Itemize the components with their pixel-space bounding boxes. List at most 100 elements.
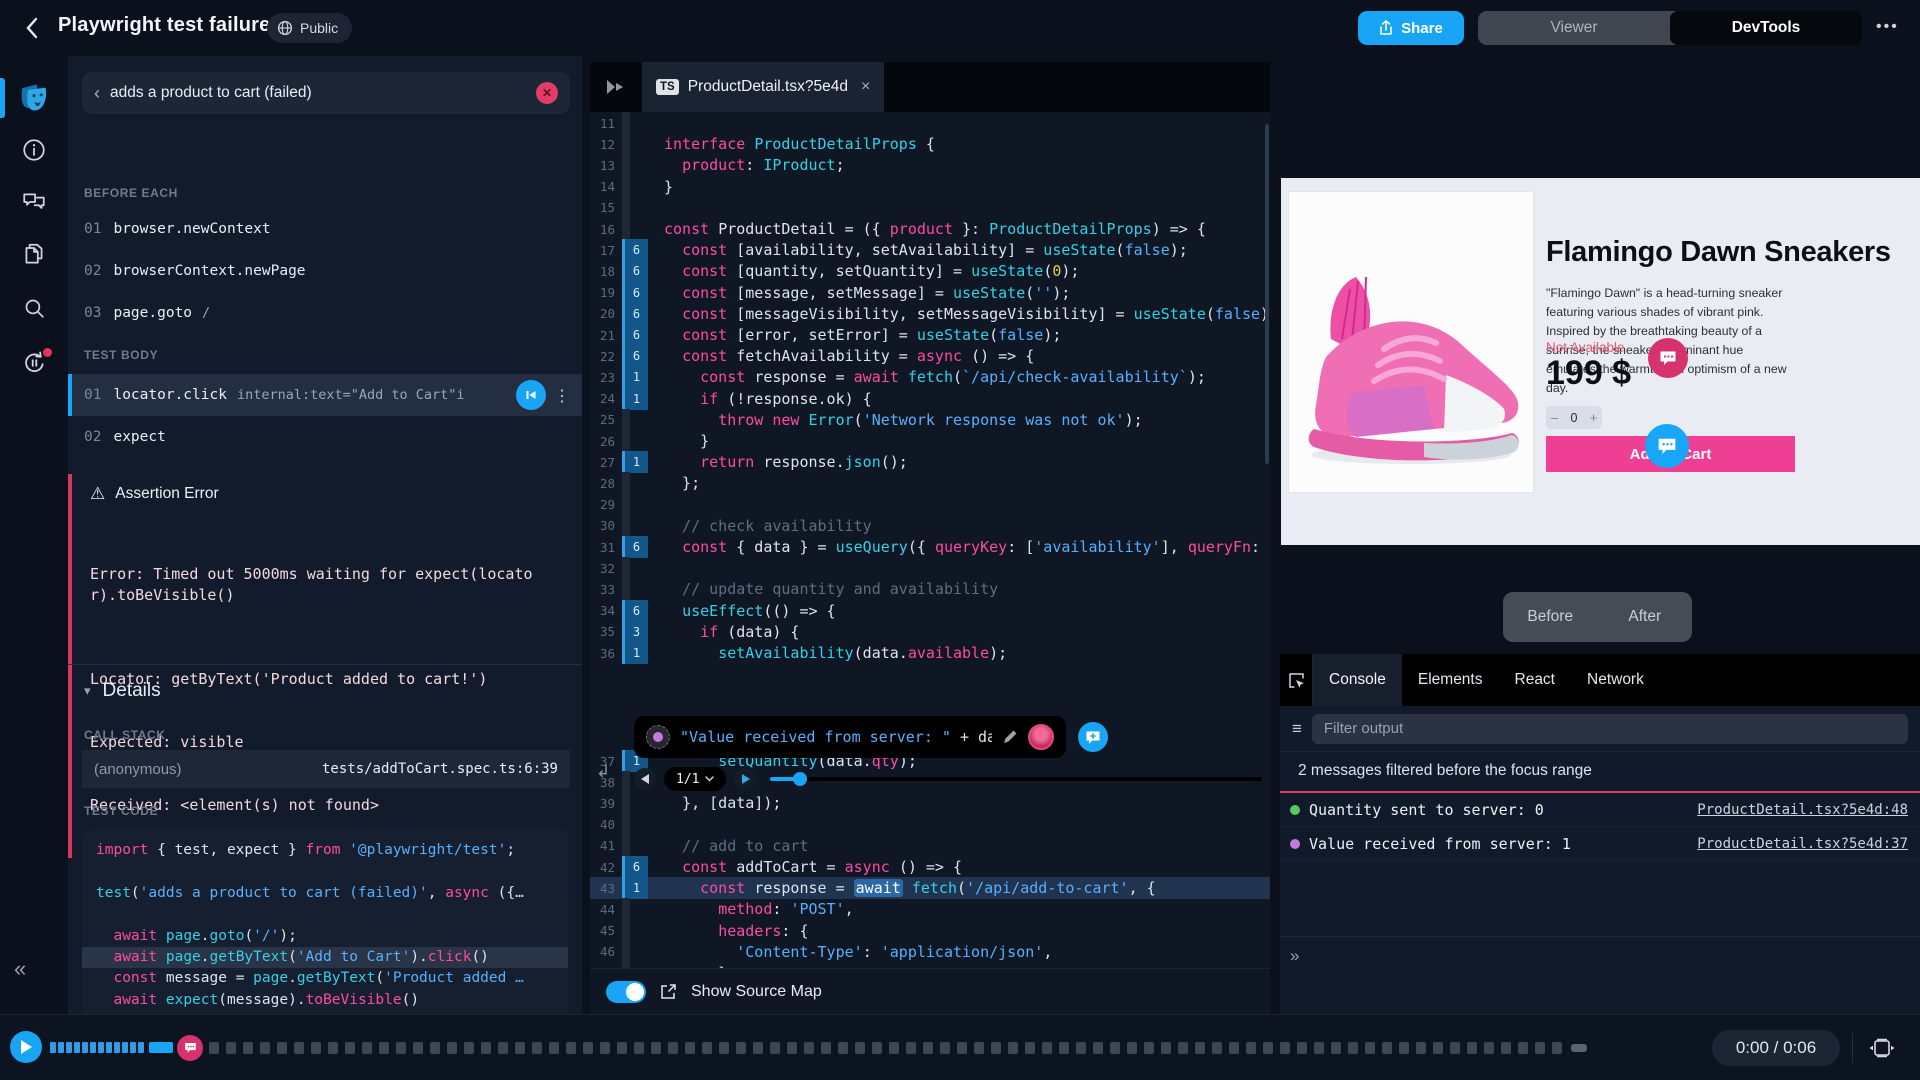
code-line-19[interactable]: 196 const [message, setMessage] = useSta… [590,282,1270,304]
frame-tick[interactable] [277,1042,287,1054]
hit-count-badge[interactable]: 3 [622,621,648,643]
actions-strip-icon[interactable] [590,62,642,112]
hit-count-badge[interactable]: 6 [622,303,648,325]
quantity-plus-button[interactable]: + [1585,410,1602,425]
hit-count-badge[interactable]: 6 [622,239,648,261]
hit-count-badge[interactable]: 6 [622,324,648,346]
frame-tick[interactable] [294,1042,304,1054]
frame-tick[interactable] [549,1042,559,1054]
code-line-39[interactable]: 39 }, [data]); [590,792,1270,814]
frame-tick[interactable] [702,1042,712,1054]
frame-tick[interactable] [1093,1042,1103,1054]
frame-tick[interactable] [668,1042,678,1054]
devtools-tab-network[interactable]: Network [1571,654,1660,706]
step-browserContext.newPage[interactable]: 02browserContext.newPage [68,250,582,292]
frame-tick[interactable] [1025,1042,1035,1054]
sidebar-item-trace[interactable] [0,76,68,120]
sidebar-item-info[interactable] [0,128,68,172]
devtools-tab-elements[interactable]: Elements [1402,654,1499,706]
frame-tick[interactable] [566,1042,576,1054]
action-tick[interactable] [82,1042,88,1053]
play-button[interactable] [10,1031,42,1063]
frame-tick[interactable] [430,1042,440,1054]
editor-scrollbar[interactable] [1265,124,1269,464]
frame-tick[interactable] [311,1042,321,1054]
step-expect[interactable]: 02expect [68,416,582,458]
code-line-21[interactable]: 216 const [error, setError] = useState(f… [590,324,1270,346]
frame-tick[interactable] [481,1042,491,1054]
back-button[interactable] [16,13,46,43]
frame-tick[interactable] [974,1042,984,1054]
code-line-31[interactable]: 316 const { data } = useQuery({ queryKey… [590,536,1270,558]
action-tick[interactable] [66,1042,72,1053]
action-tick[interactable] [74,1042,80,1053]
code-line-14[interactable]: 14} [590,176,1270,198]
code-line-20[interactable]: 206 const [messageVisibility, setMessage… [590,303,1270,325]
frame-tick[interactable] [1314,1042,1324,1054]
code-line-41[interactable]: 41 // add to cart [590,835,1270,857]
frame-tick[interactable] [634,1042,644,1054]
play-hits-button[interactable] [734,768,756,790]
frame-tick[interactable] [1399,1042,1409,1054]
hit-count-badge[interactable]: 6 [622,536,648,558]
test-header[interactable]: ‹ adds a product to cart (failed) ✕ [82,72,570,114]
console-menu-icon[interactable]: ≡ [1292,719,1302,739]
action-tick[interactable] [98,1042,104,1053]
code-line-32[interactable]: 32 [590,557,1270,579]
frame-tick[interactable] [345,1042,355,1054]
frame-tick[interactable] [923,1042,933,1054]
add-comment-button[interactable] [1078,722,1108,752]
frame-tick[interactable] [1144,1042,1154,1054]
overflow-menu-icon[interactable]: ••• [1876,18,1899,36]
frame-tick[interactable] [328,1042,338,1054]
frame-tick[interactable] [753,1042,763,1054]
author-avatar[interactable] [1028,724,1054,750]
console-prompt[interactable]: » [1290,946,1299,966]
quantity-minus-button[interactable]: – [1546,410,1563,425]
frame-tick[interactable] [1484,1042,1494,1054]
hit-pager[interactable]: 1/1 [664,767,726,791]
frame-tick[interactable] [821,1042,831,1054]
hit-count-badge[interactable]: 6 [622,345,648,367]
frame-tick[interactable] [1416,1042,1426,1054]
sidebar-item-attachments[interactable] [0,232,68,276]
frame-tick[interactable] [464,1042,474,1054]
frame-tick[interactable] [1450,1042,1460,1054]
code-area[interactable]: 1112interface ProductDetailProps {13 pro… [590,112,1270,968]
code-line-33[interactable]: 33 // update quantity and availability [590,578,1270,600]
hit-count-badge[interactable]: 6 [622,856,648,878]
hit-count-badge[interactable]: 6 [622,282,648,304]
frame-tick[interactable] [243,1042,253,1054]
frame-tick[interactable] [906,1042,916,1054]
step-menu-icon[interactable]: ⋮ [554,386,570,405]
code-line-40[interactable]: 40 [590,814,1270,836]
sidebar-item-rerun[interactable] [0,340,68,384]
hit-count-badge[interactable]: 1 [622,366,648,388]
frame-tick[interactable] [1059,1042,1069,1054]
hit-count-badge[interactable]: 1 [622,451,648,473]
frame-tick[interactable] [1518,1042,1528,1054]
editor-tab[interactable]: TS ProductDetail.tsx?5e4d × [642,62,884,112]
code-line-35[interactable]: 353 if (data) { [590,621,1270,643]
edit-pencil-icon[interactable] [1002,729,1018,745]
frame-tick[interactable] [1042,1042,1052,1054]
stack-frame-row[interactable]: (anonymous) tests/addToCart.spec.ts:6:39 [82,750,570,788]
frame-tick[interactable] [804,1042,814,1054]
step-locator.click[interactable]: 01locator.clickinternal:text="Add to Car… [68,374,582,416]
hit-count-badge[interactable]: 1 [622,877,648,899]
devtools-tab-react[interactable]: React [1499,654,1572,706]
hit-count-badge[interactable]: 1 [622,642,648,664]
code-line-15[interactable]: 15 [590,197,1270,219]
frame-tick[interactable] [889,1042,899,1054]
action-tick[interactable] [130,1042,136,1053]
frame-tick[interactable] [1127,1042,1137,1054]
frame-tick[interactable] [1552,1042,1562,1054]
logpoint-expression[interactable]: "Value received from server: " + data.qt… [680,728,992,746]
code-line-28[interactable]: 28 }; [590,472,1270,494]
frame-tick[interactable] [260,1042,270,1054]
frame-tick[interactable] [991,1042,1001,1054]
frame-tick[interactable] [1076,1042,1086,1054]
frame-tick[interactable] [1195,1042,1205,1054]
frame-tick[interactable] [1382,1042,1392,1054]
timeline-strip[interactable] [50,1041,1587,1054]
